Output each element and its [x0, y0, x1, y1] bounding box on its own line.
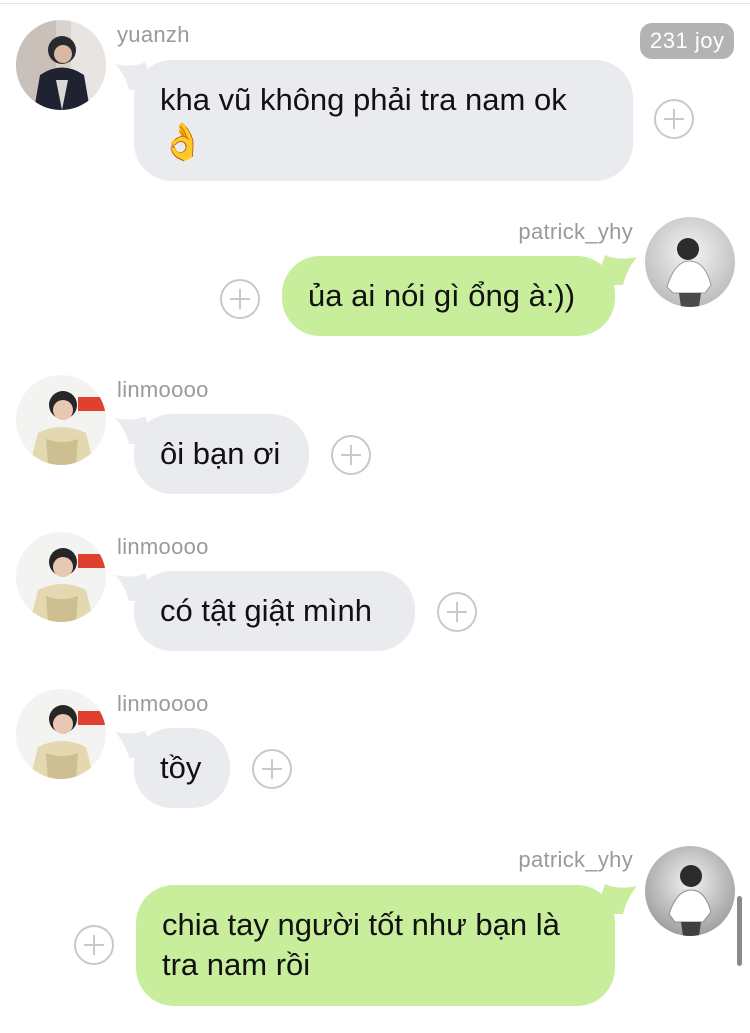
sender-name: linmoooo — [117, 534, 209, 559]
plus-circle-icon[interactable] — [220, 279, 260, 319]
avatar-linmoooo[interactable] — [16, 375, 106, 465]
message-bubble[interactable]: kha vũ không phải tra nam ok 👌 — [134, 60, 633, 181]
message-bubble[interactable]: ôi bạn ơi — [134, 414, 309, 494]
sender-name: patrick_yhy — [518, 219, 633, 244]
scrollbar[interactable] — [737, 896, 742, 966]
sender-name: linmoooo — [117, 691, 209, 716]
plus-circle-icon[interactable] — [654, 99, 694, 139]
top-divider — [0, 3, 750, 4]
avatar-patrick_yhy[interactable] — [645, 217, 735, 307]
avatar-yuanzh[interactable] — [16, 20, 106, 110]
sender-name: yuanzh — [117, 22, 190, 47]
message-text: có tật giật mình — [160, 593, 372, 628]
ok-hand-emoji: 👌 — [160, 121, 205, 162]
message-bubble[interactable]: ủa ai nói gì ổng à:)) — [282, 256, 615, 336]
avatar-linmoooo[interactable] — [16, 532, 106, 622]
message-text: ủa ai nói gì ổng à:)) — [308, 278, 576, 313]
reaction-count-badge[interactable]: 231 joy — [640, 23, 735, 59]
plus-circle-icon[interactable] — [331, 435, 371, 475]
plus-circle-icon[interactable] — [437, 592, 477, 632]
message-bubble[interactable]: có tật giật mình — [134, 571, 415, 651]
message-bubble[interactable]: chia tay người tốt như bạn là tra nam rồ… — [136, 885, 615, 1006]
sender-name: linmoooo — [117, 377, 209, 402]
message-text: chia tay người tốt như bạn là tra nam rồ… — [162, 907, 560, 982]
message-text: kha vũ không phải tra nam ok — [160, 82, 567, 117]
message-text: ôi bạn ơi — [160, 436, 281, 471]
plus-circle-icon[interactable] — [252, 749, 292, 789]
message-bubble[interactable]: tồy — [134, 728, 230, 808]
avatar-patrick_yhy[interactable] — [645, 846, 735, 936]
sender-name: patrick_yhy — [518, 847, 633, 872]
avatar-linmoooo[interactable] — [16, 689, 106, 779]
message-text: tồy — [160, 750, 202, 785]
plus-circle-icon[interactable] — [74, 925, 114, 965]
